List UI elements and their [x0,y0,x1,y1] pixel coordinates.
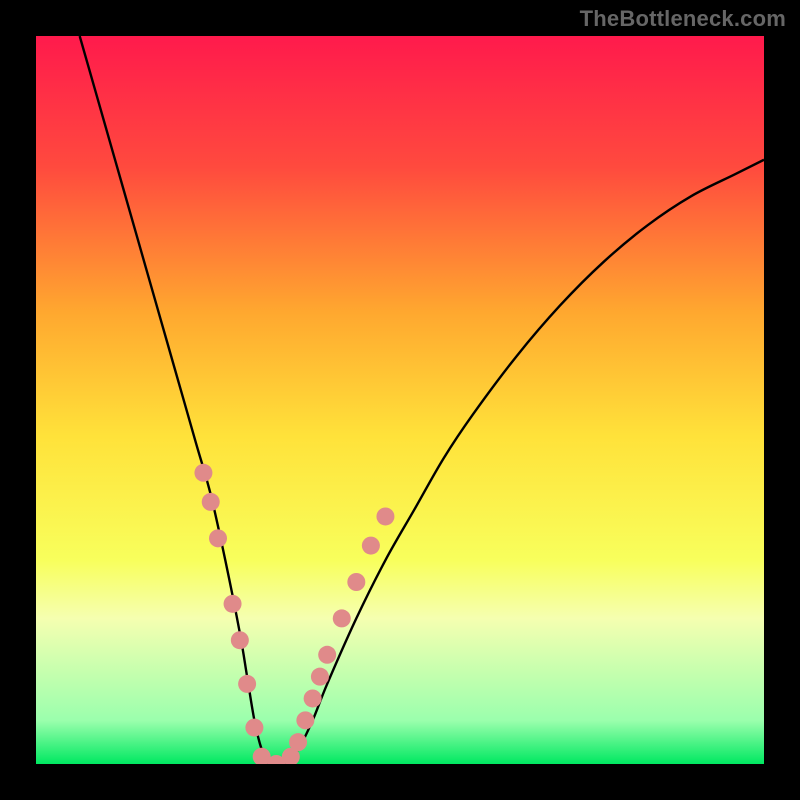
highlight-dot [311,668,329,686]
chart-frame: TheBottleneck.com [0,0,800,800]
highlight-dot [238,675,256,693]
highlight-dot [362,537,380,555]
highlight-dot [209,529,227,547]
highlight-dot [289,733,307,751]
highlight-dot [347,573,365,591]
highlight-dot [296,711,314,729]
plot-area [36,36,764,764]
watermark-text: TheBottleneck.com [580,6,786,32]
highlight-dot [333,609,351,627]
highlight-dot [231,631,249,649]
highlight-dot [194,464,212,482]
highlight-dot [224,595,242,613]
highlight-dot [202,493,220,511]
highlight-dot [245,719,263,737]
highlight-dot [376,507,394,525]
highlight-dot [304,689,322,707]
highlight-dot [318,646,336,664]
plot-svg [36,36,764,764]
gradient-background [36,36,764,764]
